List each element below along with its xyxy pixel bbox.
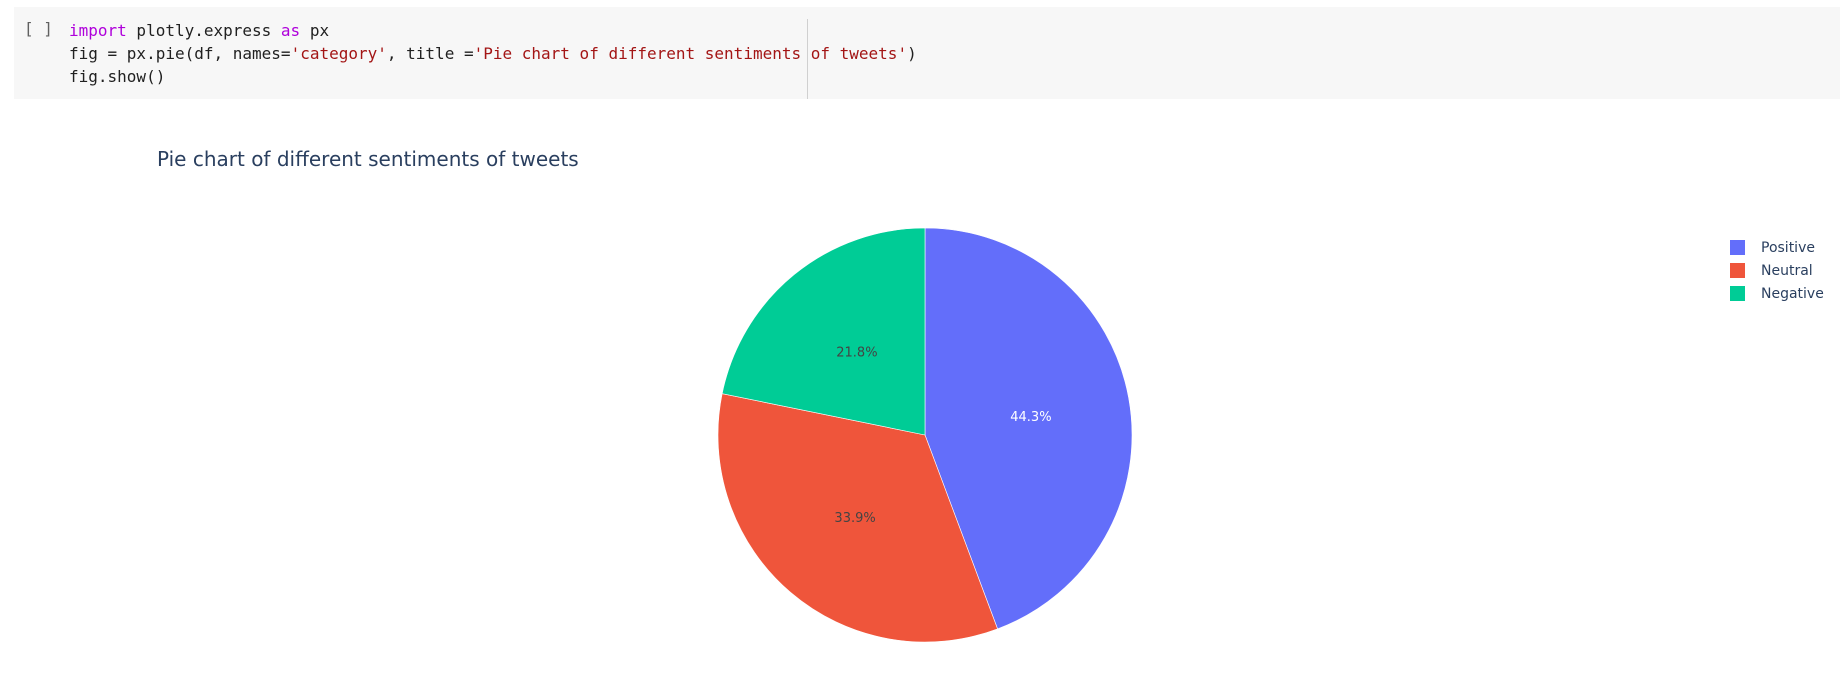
code-token: fig = px.pie(df, names= [69, 44, 291, 63]
pie-chart: 44.3% 33.9% 21.8% [717, 227, 1133, 643]
code-line: import plotly.express as px [69, 19, 917, 42]
legend-swatch [1730, 263, 1745, 278]
code-token: , title = [386, 44, 474, 63]
editor-ruler [807, 19, 808, 99]
code-string: 'Pie chart of different sentiments of tw… [473, 44, 908, 63]
code-string: 'category' [290, 44, 387, 63]
code-line: fig.show() [69, 65, 917, 88]
code-token: plotly.express [126, 21, 281, 40]
cell-run-prompt[interactable]: [ ] [24, 19, 53, 38]
legend-swatch [1730, 240, 1745, 255]
chart-legend: Positive Neutral Negative [1730, 236, 1824, 305]
legend-item-neutral[interactable]: Neutral [1730, 259, 1824, 282]
legend-label: Negative [1761, 285, 1824, 302]
code-token: fig.show() [69, 67, 166, 86]
legend-label: Neutral [1761, 262, 1813, 279]
code-keyword: as [280, 21, 301, 40]
code-token: px [300, 21, 330, 40]
code-cell[interactable]: [ ] import plotly.express as px fig = px.… [14, 7, 1840, 99]
cell-output: Pie chart of different sentiments of twe… [0, 110, 1840, 684]
code-keyword: import [69, 21, 127, 40]
pie-slice-label: 21.8% [836, 346, 877, 361]
pie-slice-label: 33.9% [834, 511, 875, 526]
legend-item-positive[interactable]: Positive [1730, 236, 1824, 259]
legend-label: Positive [1761, 239, 1815, 256]
legend-item-negative[interactable]: Negative [1730, 282, 1824, 305]
code-editor[interactable]: import plotly.express as px fig = px.pie(… [69, 19, 917, 88]
pie-slice-label: 44.3% [1010, 410, 1051, 425]
code-line: fig = px.pie(df, names='category', title… [69, 42, 917, 65]
code-token: ) [907, 44, 917, 63]
legend-swatch [1730, 286, 1745, 301]
